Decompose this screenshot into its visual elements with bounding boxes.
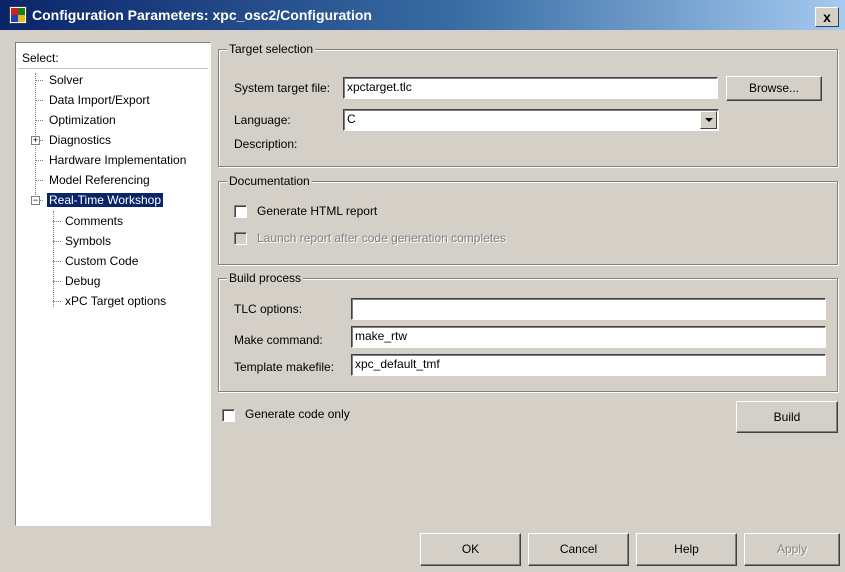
window-title: Configuration Parameters: xpc_osc2/Confi… [32, 7, 372, 23]
language-select[interactable]: C [343, 109, 719, 131]
tree-item-hardware-implementation[interactable]: Hardware Implementation [49, 153, 186, 167]
tree-connector [53, 241, 61, 242]
tree-connector [53, 221, 61, 222]
tree-item-symbols[interactable]: Symbols [65, 234, 111, 248]
tlc-options-label: TLC options: [234, 302, 303, 316]
close-button[interactable]: x [815, 7, 839, 27]
category-tree[interactable]: Select: + − Solver Data Import/Export Op… [15, 42, 211, 526]
cancel-button[interactable]: Cancel [528, 533, 629, 566]
collapse-minus-icon[interactable]: − [31, 196, 40, 205]
target-selection-legend: Target selection [227, 42, 316, 56]
generate-html-report-checkbox[interactable] [234, 205, 247, 218]
tree-item-diagnostics[interactable]: Diagnostics [49, 133, 111, 147]
tree-connector [53, 281, 61, 282]
launch-report-label: Launch report after code generation comp… [257, 231, 506, 245]
expand-plus-icon[interactable]: + [31, 136, 40, 145]
tree-item-model-referencing[interactable]: Model Referencing [49, 173, 150, 187]
documentation-group: Documentation [218, 174, 838, 265]
tree-connector [35, 160, 43, 161]
tree-header-divider [18, 68, 208, 69]
description-label: Description: [234, 137, 298, 151]
system-target-file-input[interactable]: xpctarget.tlc [343, 77, 718, 99]
tree-connector [53, 261, 61, 262]
tree-item-data-import-export[interactable]: Data Import/Export [49, 93, 150, 107]
launch-report-checkbox [234, 232, 247, 245]
generate-code-only-checkbox[interactable] [222, 409, 235, 422]
tree-connector [35, 100, 43, 101]
build-process-legend: Build process [227, 271, 304, 285]
template-makefile-label: Template makefile: [234, 360, 335, 374]
title-bar[interactable]: Configuration Parameters: xpc_osc2/Confi… [0, 0, 845, 30]
browse-button[interactable]: Browse... [726, 76, 822, 101]
configuration-dialog: Configuration Parameters: xpc_osc2/Confi… [0, 0, 845, 572]
generate-code-only-label: Generate code only [245, 407, 350, 421]
chevron-down-icon[interactable] [700, 111, 717, 129]
tree-item-xpc-target-options[interactable]: xPC Target options [65, 294, 166, 308]
tree-header: Select: [22, 51, 59, 65]
build-button[interactable]: Build [736, 401, 838, 433]
generate-html-report-label: Generate HTML report [257, 204, 378, 218]
tree-item-comments[interactable]: Comments [65, 214, 123, 228]
tree-item-solver[interactable]: Solver [49, 73, 83, 87]
language-label: Language: [234, 113, 291, 127]
system-target-file-label: System target file: [234, 81, 331, 95]
simulink-app-icon [9, 6, 27, 24]
tlc-options-input[interactable] [351, 298, 826, 320]
tree-item-optimization[interactable]: Optimization [49, 113, 116, 127]
make-command-input[interactable]: make_rtw [351, 326, 826, 348]
make-command-label: Make command: [234, 333, 323, 347]
template-makefile-input[interactable]: xpc_default_tmf [351, 354, 826, 376]
tree-connector [40, 200, 43, 201]
tree-connector [35, 120, 43, 121]
ok-button[interactable]: OK [420, 533, 521, 566]
tree-connector [53, 301, 61, 302]
documentation-legend: Documentation [227, 174, 312, 188]
apply-button: Apply [744, 533, 840, 566]
tree-connector [35, 80, 43, 81]
tree-item-real-time-workshop[interactable]: Real-Time Workshop [47, 193, 164, 207]
tree-item-custom-code[interactable]: Custom Code [65, 254, 138, 268]
target-selection-group: Target selection [218, 42, 838, 167]
tree-connector [53, 211, 54, 307]
tree-item-debug[interactable]: Debug [65, 274, 100, 288]
language-select-value: C [347, 112, 356, 126]
tree-connector [35, 180, 43, 181]
tree-connector [40, 140, 43, 141]
help-button[interactable]: Help [636, 533, 737, 566]
